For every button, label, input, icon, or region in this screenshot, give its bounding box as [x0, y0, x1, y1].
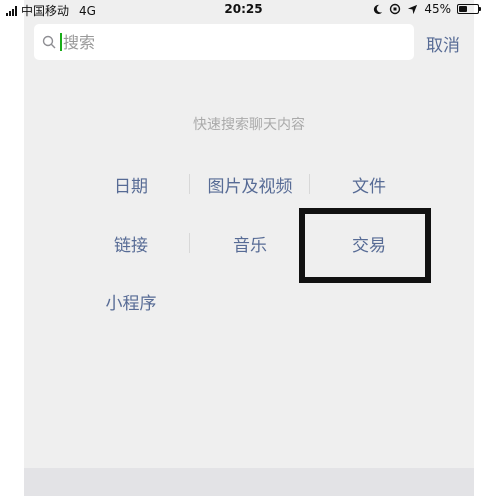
search-by-file[interactable]: 文件 [309, 172, 429, 197]
orientation-lock-icon [390, 3, 401, 15]
battery-icon [457, 4, 481, 14]
moon-icon [374, 4, 383, 14]
search-bar[interactable] [34, 24, 414, 60]
search-by-date[interactable]: 日期 [71, 172, 191, 197]
search-input[interactable] [63, 32, 363, 52]
search-by-link[interactable]: 链接 [71, 231, 191, 256]
left-margin [0, 0, 24, 496]
battery-fill [459, 6, 468, 12]
search-by-media[interactable]: 图片及视频 [190, 172, 310, 197]
search-by-music[interactable]: 音乐 [190, 231, 310, 256]
cancel-button[interactable]: 取消 [426, 31, 460, 56]
highlight-annotation-box [299, 208, 431, 283]
search-by-mini-program[interactable]: 小程序 [71, 289, 191, 314]
battery-percent: 45% [424, 2, 451, 16]
phone-screen: 中国移动 4G 20:25 45% 取消 快速搜索聊天内容 日期 图片及视频 文… [0, 0, 487, 496]
text-cursor [60, 33, 62, 51]
location-icon [408, 4, 418, 14]
search-icon [42, 35, 56, 49]
bottom-strip [24, 468, 474, 496]
status-bar: 中国移动 4G 20:25 45% [0, 0, 487, 20]
quick-search-title: 快速搜索聊天内容 [193, 117, 305, 133]
right-margin [474, 0, 487, 496]
status-right: 45% [372, 2, 481, 16]
